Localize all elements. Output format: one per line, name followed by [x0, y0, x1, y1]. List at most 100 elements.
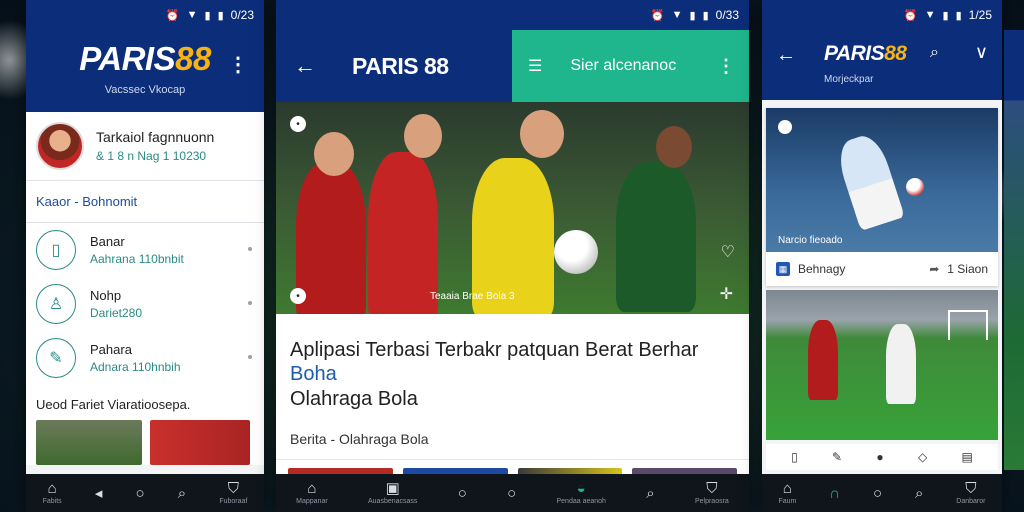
search-icon[interactable]: ⌕	[930, 44, 939, 62]
nav-shield[interactable]: ⛉ Danbaror	[956, 481, 985, 505]
info-icon[interactable]	[778, 120, 792, 134]
status-time: 0/33	[715, 8, 739, 22]
football	[554, 230, 598, 274]
status-time: 0/23	[230, 8, 254, 22]
app-logo: PARIS88	[824, 42, 907, 65]
status-time: 1/25	[968, 8, 992, 22]
pen-icon[interactable]: ✎	[832, 450, 842, 464]
nav-circle[interactable]: ○	[507, 486, 516, 501]
card-caption: Narcio fieoado	[778, 235, 843, 246]
nav-search[interactable]: ⌕	[915, 486, 923, 501]
phone-article-screen: ⏰ ▼ ▮ ▮ 0/33 ← PARIS 88 ☰ Sier alcenanoc…	[276, 0, 749, 512]
back-arrow-icon[interactable]: ←	[776, 44, 796, 67]
phone-feed-screen: ⏰ ▼ ▮ ▮ 1/25 ← PARIS88 ⌕ ∨ Morjeckpar Na…	[762, 0, 1002, 512]
add-icon[interactable]: ✛	[720, 284, 733, 304]
bullet	[248, 301, 252, 305]
news-card[interactable]: Narcio fieoado ▦ Behnagy ➦ 1 Siaon	[766, 108, 998, 286]
search-icon: ⌕	[177, 484, 187, 502]
bottom-nav: ⌂ Mappanar ▣ Auasbenacsass ○ ○ ◒ Pendaa aea…	[276, 474, 749, 512]
wifi-icon: ▼	[186, 9, 198, 21]
player-head	[520, 110, 564, 158]
card-image: Narcio fieoado	[766, 108, 998, 252]
nav-search[interactable]: ⌕	[178, 486, 186, 501]
nav-search[interactable]: ⌕	[646, 486, 654, 501]
home-icon: ⌂	[47, 480, 57, 497]
battery-icon: ▮	[702, 9, 709, 22]
alarm-icon: ⏰	[165, 9, 180, 22]
nav-headset[interactable]: ∩	[829, 486, 840, 501]
category-icon: ▦	[776, 262, 790, 276]
back-arrow-icon[interactable]: ←	[294, 53, 316, 79]
player-figure	[368, 152, 438, 314]
player-head	[656, 126, 692, 168]
app-header: PARIS88 Vacssec Vkocap ⋮	[26, 30, 264, 112]
header-title: Sier alcenanoc	[570, 57, 677, 74]
back-icon: ◂	[94, 484, 103, 502]
card-icon: ▯	[36, 230, 76, 270]
user-icon: ♙	[36, 284, 76, 324]
nav-shield[interactable]: ⛉ Pelpraosra	[695, 481, 729, 505]
menu-item[interactable]: ♙ Nohp Dariet280	[26, 277, 264, 331]
battery-icon: ▮	[955, 9, 962, 22]
nav-circle[interactable]: ○	[136, 486, 145, 501]
player-head	[314, 132, 354, 176]
wifi-icon: ▼	[924, 9, 936, 21]
article-category: Berita - Olahraga Bola	[276, 411, 749, 461]
hero-image[interactable]: • • Teaaia Brae Bola 3 ♡ ✛	[276, 102, 749, 314]
section-title: Ueod Fariet Viaratioosepa.	[26, 385, 264, 420]
football	[906, 178, 924, 196]
bottom-nav: ⌂ Faum ∩ ○ ⌕ ⛉ Danbaror	[762, 474, 1002, 512]
play-icon[interactable]: •	[290, 288, 306, 304]
circle-icon: ○	[872, 484, 883, 502]
menu-item-subtitle: Aahrana 110bnbit	[90, 252, 184, 266]
match-image[interactable]	[766, 290, 998, 440]
menu-icon[interactable]: ☰	[528, 56, 542, 76]
nav-circle[interactable]: ○	[458, 486, 467, 501]
nav-back[interactable]: ◂	[95, 486, 103, 501]
goal-post	[948, 310, 988, 340]
news-thumbnail[interactable]	[150, 420, 250, 465]
share-icon[interactable]: ➦	[929, 262, 939, 276]
status-bar: ⏰ ▼ ▮ ▮ 1/25	[762, 0, 1002, 30]
signal-icon: ▮	[204, 9, 211, 22]
nav-home[interactable]: ⌂ Faum	[778, 481, 796, 505]
status-bar: ⏰ ▼ ▮ ▮ 0/33	[276, 0, 749, 30]
player-figure	[296, 162, 366, 314]
bullet	[248, 355, 252, 359]
menu-item[interactable]: ✎ Pahara Adnara 110hnbih	[26, 331, 264, 385]
shield-icon: ⛉	[965, 480, 977, 497]
nav-home[interactable]: ⌂ Fabits	[43, 481, 62, 505]
signal-icon: ▮	[942, 9, 949, 22]
status-bar: ⏰ ▼ ▮ ▮ 0/23	[26, 0, 264, 30]
save-icon[interactable]: ▤	[961, 450, 972, 464]
thumbnail-row	[26, 420, 264, 465]
dot-icon[interactable]: ●	[876, 450, 883, 464]
chevron-down-icon[interactable]: ∨	[975, 42, 988, 63]
news-thumbnail[interactable]	[36, 420, 142, 465]
link-icon[interactable]: ◇	[918, 450, 927, 464]
menu-item-title: Pahara	[90, 342, 132, 357]
profile-card[interactable]: Tarkaiol fagnnuonn & 1 8 n Nag 1 10230	[26, 112, 264, 181]
section-label: Kaaor - Bohnomit	[26, 181, 264, 223]
alarm-icon: ⏰	[903, 9, 918, 22]
nav-circle[interactable]: ○	[873, 486, 882, 501]
heart-icon[interactable]: ♡	[721, 242, 735, 262]
profile-name: Tarkaiol fagnnuonn	[96, 129, 215, 145]
player-figure	[808, 320, 838, 400]
more-vert-icon[interactable]: ⋮	[228, 52, 248, 77]
nav-sync[interactable]: ◒ Pendaa aeanoh	[556, 481, 605, 505]
circle-icon: ○	[457, 484, 467, 502]
nav-window[interactable]: ▣ Auasbenacsass	[368, 481, 417, 505]
more-vert-icon[interactable]: ⋮	[717, 56, 735, 77]
card-meta-row: ▦ Behnagy ➦ 1 Siaon	[766, 252, 998, 286]
menu-item[interactable]: ▯ Banar Aahrana 110bnbit	[26, 223, 264, 277]
player-figure	[616, 162, 696, 312]
image-toolbar: ▯ ✎ ● ◇ ▤	[766, 444, 998, 470]
flag-icon[interactable]: ▯	[791, 450, 798, 464]
card-time: 1 Siaon	[947, 262, 988, 276]
nav-home[interactable]: ⌂ Mappanar	[296, 481, 328, 505]
menu-item-subtitle: Dariet280	[90, 306, 143, 320]
nav-shield[interactable]: ⛉ Fuboraaf	[219, 481, 247, 505]
app-header: ← PARIS 88 ☰ Sier alcenanoc ⋮	[276, 30, 749, 102]
info-icon[interactable]: •	[290, 116, 306, 132]
